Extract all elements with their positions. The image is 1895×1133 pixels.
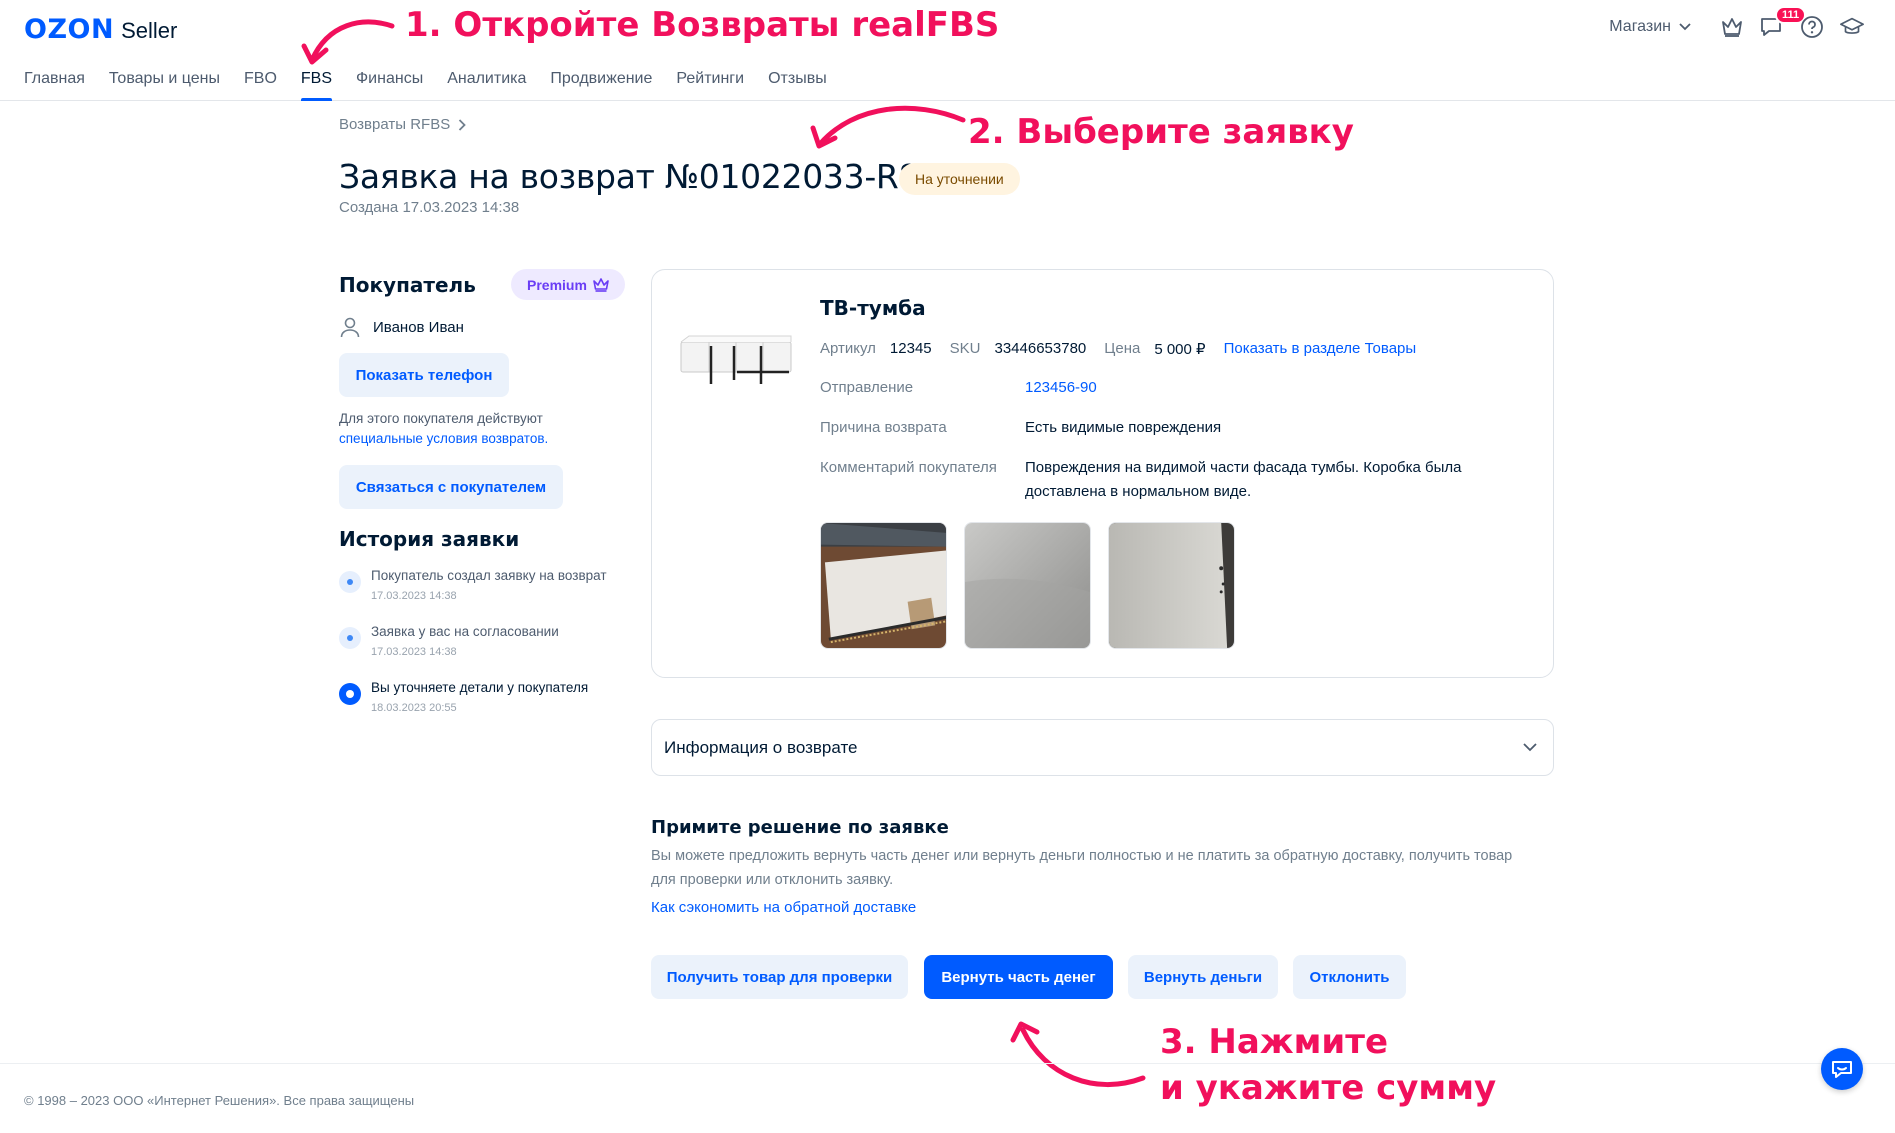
chevron-down-icon bbox=[1523, 743, 1537, 752]
nav-item-fbo[interactable]: FBO bbox=[244, 62, 277, 101]
nav-item-analytics[interactable]: Аналитика bbox=[447, 62, 526, 101]
footer-copyright: © 1998 – 2023 ООО «Интернет Решения». Вс… bbox=[24, 1093, 415, 1108]
return-info-label: Информация о возврате bbox=[664, 737, 858, 757]
chat-icon[interactable]: 111 bbox=[1759, 6, 1807, 40]
shipment-label: Отправление bbox=[820, 379, 914, 396]
history-item-text: Покупатель создал заявку на возврат bbox=[371, 568, 607, 583]
save-on-return-delivery-link[interactable]: Как сэкономить на обратной доставке bbox=[651, 899, 916, 916]
shipment-link[interactable]: 123456-90 bbox=[1025, 376, 1097, 400]
nav-item-home[interactable]: Главная bbox=[24, 62, 85, 101]
history-item-date: 18.03.2023 20:55 bbox=[371, 702, 457, 714]
crown-icon bbox=[593, 277, 609, 292]
premium-label: Premium bbox=[527, 276, 587, 293]
refund-full-button[interactable]: Вернуть деньги bbox=[1128, 955, 1278, 999]
breadcrumb-returns-rfbs[interactable]: Возвраты RFBS bbox=[339, 116, 450, 133]
annotation-step-2: 2. Выберите заявку bbox=[968, 112, 1354, 152]
main-nav: Главная Товары и цены FBO FBS Финансы Ан… bbox=[24, 62, 851, 101]
sku-label: SKU bbox=[949, 340, 981, 357]
annotation-step-3-line-1: 3. Нажмите bbox=[1160, 1022, 1389, 1062]
crown-icon[interactable] bbox=[1719, 14, 1745, 40]
history-item-date: 17.03.2023 14:38 bbox=[371, 646, 457, 658]
return-photo[interactable] bbox=[964, 522, 1091, 649]
page-title: Заявка на возврат №01022033-R8 bbox=[339, 157, 920, 196]
history-item-text: Заявка у вас на согласовании bbox=[371, 624, 559, 639]
reject-button[interactable]: Отклонить bbox=[1293, 955, 1406, 999]
product-title: ТВ-тумба bbox=[820, 296, 926, 320]
logo-ozon: OZON bbox=[24, 14, 115, 45]
annotation-step-1: 1. Откройте Возвраты realFBS bbox=[405, 5, 1000, 45]
special-conditions-note: Для этого покупателя действуют специальн… bbox=[339, 409, 639, 449]
special-conditions-link[interactable]: специальные условия возвратов. bbox=[339, 431, 548, 446]
chat-support-icon bbox=[1832, 1061, 1852, 1078]
annotation-arrow-1 bbox=[301, 19, 395, 65]
product-image[interactable] bbox=[677, 328, 795, 388]
reason-value: Есть видимые повреждения bbox=[1025, 419, 1222, 436]
premium-badge: Premium bbox=[511, 269, 625, 300]
nav-item-reviews[interactable]: Отзывы bbox=[768, 62, 827, 101]
created-date: Создана 17.03.2023 14:38 bbox=[339, 199, 520, 216]
comment-value: Повреждения на видимой части фасада тумб… bbox=[1025, 459, 1462, 500]
show-phone-button[interactable]: Показать телефон bbox=[339, 353, 509, 397]
comment-label: Комментарий покупателя bbox=[820, 459, 997, 476]
decision-title: Примите решение по заявке bbox=[651, 817, 949, 838]
buyer-name: Иванов Иван bbox=[373, 318, 464, 336]
chevron-down-icon bbox=[1679, 23, 1691, 31]
education-icon[interactable] bbox=[1839, 14, 1865, 40]
history-dot-active bbox=[339, 683, 361, 705]
buyer-info: Иванов Иван bbox=[339, 316, 464, 338]
return-photo[interactable] bbox=[1108, 522, 1235, 649]
history-heading: История заявки bbox=[339, 527, 520, 551]
decision-text: Вы можете предложить вернуть часть денег… bbox=[651, 848, 1513, 888]
product-attributes: Артикул 12345 SKU 33446653780 Цена 5 000… bbox=[820, 340, 1416, 358]
annotation-arrow-3 bbox=[1010, 1021, 1146, 1088]
article-label: Артикул bbox=[820, 340, 876, 357]
price-label: Цена bbox=[1104, 340, 1141, 357]
product-card: ТВ-тумба Артикул 12345 SKU 33446653780 Ц… bbox=[651, 269, 1554, 678]
footer-divider bbox=[0, 1063, 1895, 1064]
contact-buyer-button[interactable]: Связаться с покупателем bbox=[339, 465, 563, 509]
annotation-arrow-2 bbox=[810, 105, 966, 149]
show-in-goods-link[interactable]: Показать в разделе Товары bbox=[1224, 340, 1417, 358]
history-dot bbox=[339, 571, 361, 593]
price-value: 5 000 ₽ bbox=[1154, 341, 1206, 358]
chevron-right-icon bbox=[459, 118, 466, 131]
return-photos bbox=[820, 522, 1252, 649]
refund-partial-button[interactable]: Вернуть часть денег bbox=[924, 955, 1113, 999]
nav-item-promotion[interactable]: Продвижение bbox=[550, 62, 652, 101]
reason-label: Причина возврата bbox=[820, 419, 947, 436]
return-info-accordion[interactable]: Информация о возврате bbox=[651, 719, 1554, 776]
logo-seller: Seller bbox=[121, 18, 178, 43]
note-text: Для этого покупателя действуют bbox=[339, 411, 543, 426]
annotation-step-3-line-2: и укажите сумму bbox=[1160, 1068, 1497, 1108]
nav-item-ratings[interactable]: Рейтинги bbox=[676, 62, 744, 101]
status-badge: На уточнении bbox=[899, 163, 1020, 195]
shop-selector-label: Магазин bbox=[1609, 18, 1671, 35]
history-dot bbox=[339, 627, 361, 649]
article-value: 12345 bbox=[889, 340, 932, 357]
shop-selector[interactable]: Магазин bbox=[1609, 18, 1691, 36]
help-icon[interactable] bbox=[1799, 14, 1825, 40]
ozon-seller-logo[interactable]: OZON Seller bbox=[24, 14, 177, 45]
nav-item-goods-prices[interactable]: Товары и цены bbox=[109, 62, 220, 101]
history-item-text: Вы уточняете детали у покупателя bbox=[371, 680, 589, 695]
return-photo[interactable] bbox=[820, 522, 947, 649]
get-item-for-inspection-button[interactable]: Получить товар для проверки bbox=[651, 955, 908, 999]
header-actions: Магазин 111 bbox=[1609, 6, 1865, 40]
support-chat-button[interactable] bbox=[1821, 1048, 1863, 1090]
history-item-date: 17.03.2023 14:38 bbox=[371, 590, 457, 602]
user-icon bbox=[340, 317, 360, 338]
breadcrumb[interactable]: Возвраты RFBS bbox=[339, 116, 466, 133]
sku-value: 33446653780 bbox=[994, 340, 1087, 357]
buyer-heading: Покупатель bbox=[339, 273, 476, 297]
